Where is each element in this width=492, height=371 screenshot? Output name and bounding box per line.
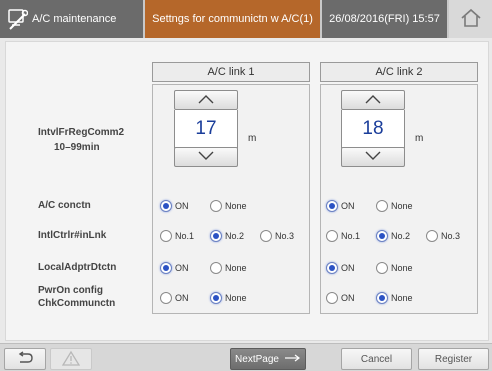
radio-option-label: ON bbox=[175, 201, 189, 211]
maintenance-tool-icon bbox=[6, 7, 29, 34]
interval-decrease-button[interactable] bbox=[174, 147, 238, 167]
radio-option-none[interactable]: None bbox=[376, 288, 413, 308]
radio-selected-icon bbox=[160, 200, 172, 212]
radio-unselected-icon bbox=[210, 262, 222, 274]
chevron-up-icon bbox=[364, 91, 382, 109]
interval-value[interactable]: 17 bbox=[174, 110, 238, 148]
warning-icon bbox=[61, 350, 81, 369]
radio-option-on[interactable]: ON bbox=[326, 288, 355, 308]
interval-label-text: IntvlFrRegComm2 bbox=[38, 127, 125, 138]
radio-unselected-icon bbox=[326, 292, 338, 304]
radio-option-no3[interactable]: No.3 bbox=[426, 226, 460, 246]
radio-option-label: No.3 bbox=[441, 231, 461, 241]
interval-label: IntvlFrRegComm2 10–99min bbox=[38, 125, 148, 155]
radio-unselected-icon bbox=[260, 230, 272, 242]
next-page-label: NextPage bbox=[235, 353, 279, 365]
radio-unselected-icon bbox=[376, 262, 388, 274]
warning-button[interactable] bbox=[50, 348, 92, 370]
interval-range-text: 10–99min bbox=[54, 142, 100, 153]
footer-bar: NextPage Cancel Register bbox=[0, 343, 492, 371]
back-arrow-icon bbox=[16, 350, 34, 368]
radio-selected-icon bbox=[376, 230, 388, 242]
radio-option-label: No.1 bbox=[341, 231, 361, 241]
radio-selected-icon bbox=[210, 292, 222, 304]
ac-connection-label: A/C conctn bbox=[38, 200, 91, 211]
radio-option-none[interactable]: None bbox=[210, 258, 247, 278]
radio-option-on[interactable]: ON bbox=[326, 196, 355, 216]
radio-selected-icon bbox=[210, 230, 222, 242]
radio-option-on[interactable]: ON bbox=[160, 258, 189, 278]
radio-option-none[interactable]: None bbox=[210, 288, 247, 308]
radio-option-label: ON bbox=[341, 263, 355, 273]
radio-option-label: None bbox=[225, 293, 247, 303]
poweron-check-label: PwrOn config ChkCommunctn bbox=[38, 284, 115, 310]
radio-unselected-icon bbox=[210, 200, 222, 212]
home-button[interactable] bbox=[449, 0, 492, 38]
radio-option-no1[interactable]: No.1 bbox=[326, 226, 360, 246]
home-icon bbox=[460, 8, 482, 31]
radio-option-label: ON bbox=[175, 263, 189, 273]
interval-stepper-link-1: 17 bbox=[174, 90, 238, 168]
radio-option-none[interactable]: None bbox=[210, 196, 247, 216]
radio-unselected-icon bbox=[326, 230, 338, 242]
interval-increase-button[interactable] bbox=[341, 90, 405, 110]
radio-option-on[interactable]: ON bbox=[160, 288, 189, 308]
radio-option-label: ON bbox=[175, 293, 189, 303]
chevron-down-icon bbox=[364, 148, 382, 166]
screen-title: A/C maintenance bbox=[32, 13, 117, 25]
radio-option-label: None bbox=[391, 293, 413, 303]
radio-option-on[interactable]: ON bbox=[326, 258, 355, 278]
radio-option-label: No.3 bbox=[275, 231, 295, 241]
radio-option-label: ON bbox=[341, 201, 355, 211]
poweron-check-label-line1: PwrOn config bbox=[38, 285, 103, 296]
radio-option-label: None bbox=[391, 263, 413, 273]
register-button[interactable]: Register bbox=[418, 348, 489, 370]
local-adapter-label: LocalAdptrDtctn bbox=[38, 262, 117, 273]
radio-option-no1[interactable]: No.1 bbox=[160, 226, 194, 246]
radio-unselected-icon bbox=[426, 230, 438, 242]
screen-subtitle: Settngs for communictn w A/C(1) bbox=[145, 0, 320, 38]
radio-option-label: No.2 bbox=[391, 231, 411, 241]
radio-selected-icon bbox=[326, 200, 338, 212]
next-page-button[interactable]: NextPage bbox=[230, 348, 306, 370]
screen-title-tab: A/C maintenance bbox=[0, 0, 143, 38]
radio-option-label: None bbox=[225, 201, 247, 211]
radio-unselected-icon bbox=[376, 200, 388, 212]
radio-option-label: No.1 bbox=[175, 231, 195, 241]
interval-decrease-button[interactable] bbox=[341, 147, 405, 167]
radio-option-label: ON bbox=[341, 293, 355, 303]
poweron-check-label-line2: ChkCommunctn bbox=[38, 298, 116, 309]
radio-option-no3[interactable]: No.3 bbox=[260, 226, 294, 246]
radio-option-label: No.2 bbox=[225, 231, 245, 241]
interval-value[interactable]: 18 bbox=[341, 110, 405, 148]
radio-unselected-icon bbox=[160, 230, 172, 242]
radio-option-on[interactable]: ON bbox=[160, 196, 189, 216]
radio-option-no2[interactable]: No.2 bbox=[376, 226, 410, 246]
radio-selected-icon bbox=[160, 262, 172, 274]
chevron-up-icon bbox=[197, 91, 215, 109]
indoor-controller-label: IntlCtrlr#inLnk bbox=[38, 230, 107, 241]
radio-selected-icon bbox=[326, 262, 338, 274]
back-button[interactable] bbox=[4, 348, 46, 370]
datetime-display: 26/08/2016(FRI) 15:57 bbox=[322, 0, 447, 38]
column-header-link-1: A/C link 1 bbox=[152, 62, 310, 82]
chevron-down-icon bbox=[197, 148, 215, 166]
header-bar: A/C maintenance Settngs for communictn w… bbox=[0, 0, 492, 38]
radio-unselected-icon bbox=[160, 292, 172, 304]
interval-unit: m bbox=[248, 133, 257, 144]
radio-option-none[interactable]: None bbox=[376, 258, 413, 278]
interval-stepper-link-2: 18 bbox=[341, 90, 405, 168]
radio-option-no2[interactable]: No.2 bbox=[210, 226, 244, 246]
cancel-button[interactable]: Cancel bbox=[341, 348, 412, 370]
radio-option-label: None bbox=[225, 263, 247, 273]
radio-option-none[interactable]: None bbox=[376, 196, 413, 216]
radio-option-label: None bbox=[391, 201, 413, 211]
interval-increase-button[interactable] bbox=[174, 90, 238, 110]
radio-selected-icon bbox=[376, 292, 388, 304]
arrow-right-icon bbox=[284, 354, 301, 365]
column-header-link-2: A/C link 2 bbox=[320, 62, 478, 82]
interval-unit: m bbox=[415, 133, 424, 144]
